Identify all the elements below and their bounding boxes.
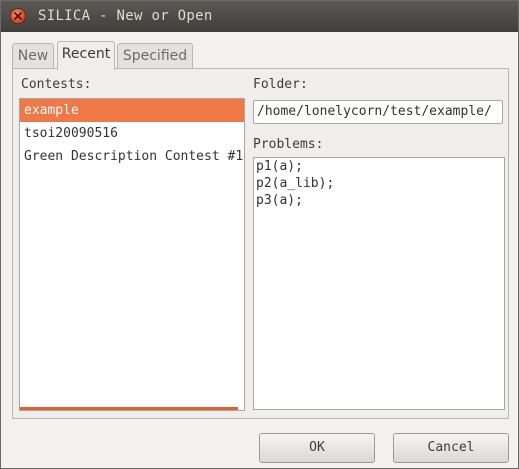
- problem-line: p1(a);: [256, 159, 303, 174]
- tab-recent[interactable]: Recent: [57, 41, 115, 70]
- cancel-button[interactable]: Cancel: [393, 433, 509, 463]
- ok-button[interactable]: OK: [259, 433, 375, 463]
- window-title: SILICA - New or Open: [38, 8, 213, 24]
- close-window-button[interactable]: [10, 8, 26, 24]
- close-icon: [14, 12, 22, 20]
- contests-list[interactable]: example tsoi20090516 Green Description C…: [19, 98, 245, 411]
- tab-new[interactable]: New: [12, 43, 54, 69]
- recent-tab-panel: Contests: example tsoi20090516 Green Des…: [12, 68, 509, 419]
- problems-textarea[interactable]: p1(a); p2(a_lib); p3(a);: [253, 157, 505, 410]
- folder-label: Folder:: [253, 77, 308, 92]
- contests-label: Contests:: [21, 77, 92, 92]
- dialog-window: SILICA - New or Open New Recent Specifie…: [0, 0, 519, 469]
- contest-item-example[interactable]: example: [20, 99, 244, 122]
- horizontal-scrollbar[interactable]: [20, 407, 238, 410]
- contest-item-tsoi20090516[interactable]: tsoi20090516: [20, 122, 244, 145]
- tab-specified[interactable]: Specified: [117, 43, 193, 69]
- problem-line: p3(a);: [256, 193, 303, 208]
- folder-field[interactable]: /home/lonelycorn/test/example/: [253, 100, 503, 124]
- problem-line: p2(a_lib);: [256, 176, 335, 191]
- title-bar[interactable]: SILICA - New or Open: [1, 1, 518, 32]
- contest-item-green-description[interactable]: Green Description Contest #1: [20, 145, 244, 168]
- problems-label: Problems:: [253, 137, 324, 152]
